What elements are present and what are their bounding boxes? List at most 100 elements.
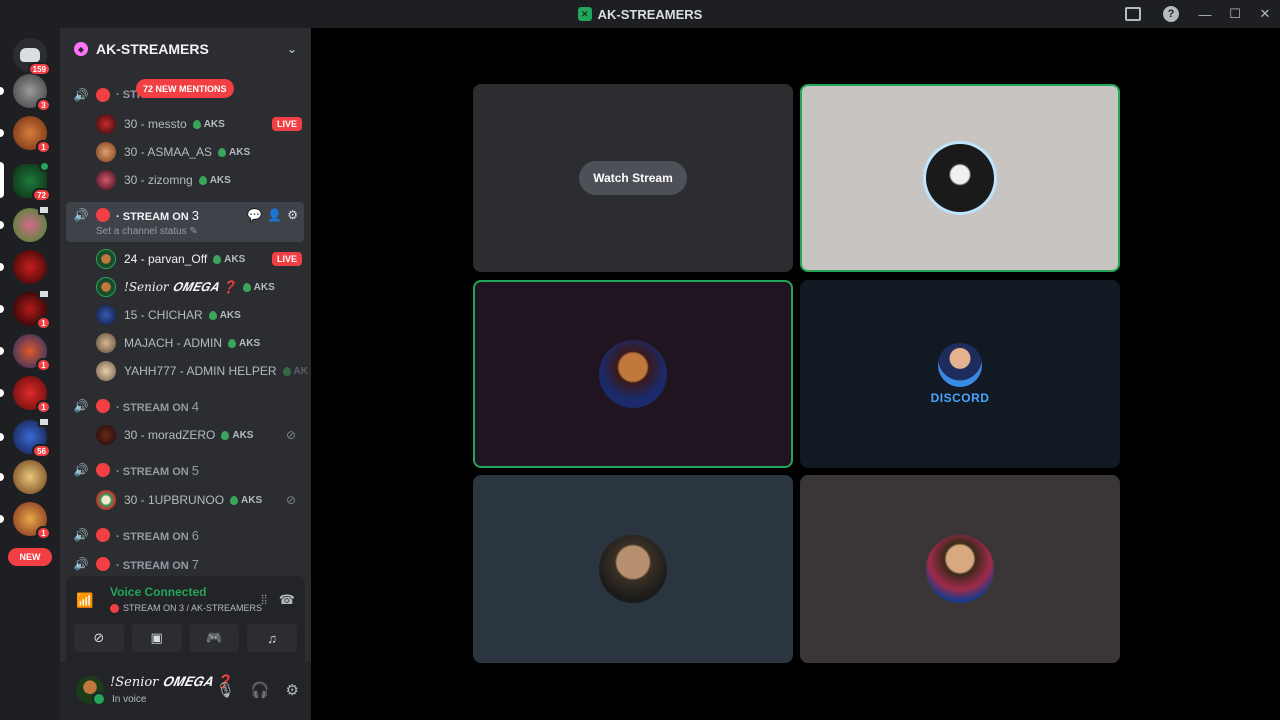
- server-icon-5[interactable]: 1: [0, 289, 51, 330]
- new-mentions-pill[interactable]: 72 NEW MENTIONS: [136, 79, 234, 98]
- gear-icon[interactable]: ⚙: [287, 208, 298, 222]
- voice-member[interactable]: !Senior 𝑶𝑴𝑬𝑮𝑨 ❓ AKS: [96, 274, 302, 300]
- voice-active-icon: [39, 161, 50, 172]
- chat-icon[interactable]: 💬: [247, 208, 262, 222]
- red-circle-icon: [96, 463, 110, 477]
- voice-status-title[interactable]: Voice Connected: [110, 585, 206, 599]
- avatar: [926, 535, 994, 603]
- screen-share-button[interactable]: ▣: [131, 624, 182, 652]
- participant-tile[interactable]: [800, 475, 1120, 663]
- guild-header[interactable]: ◆ AK-STREAMERS ⌄: [60, 28, 311, 70]
- voice-member[interactable]: MAJACH - ADMIN AKS: [96, 330, 302, 356]
- signal-icon[interactable]: 📶: [76, 592, 93, 609]
- inbox-icon[interactable]: [1122, 3, 1144, 25]
- voice-channel-link[interactable]: STREAM ON 3 / AK-STREAMERS: [110, 603, 262, 613]
- stream-tile[interactable]: Watch Stream: [473, 84, 793, 272]
- server-icon-8[interactable]: 56: [0, 417, 51, 458]
- speaker-icon: 🔊: [73, 399, 89, 413]
- headphones-icon[interactable]: 🎧: [251, 681, 270, 699]
- avatar: [96, 114, 116, 134]
- voice-member[interactable]: YAHH777 - ADMIN HELPER AK: [96, 358, 308, 384]
- home-button[interactable]: 159: [13, 38, 51, 76]
- voice-channel-stream-on-5[interactable]: 🔊 · STREAM ON 5: [66, 457, 304, 483]
- voice-channel-stream-on-4[interactable]: 🔊 · STREAM ON 4: [66, 393, 304, 419]
- gear-icon[interactable]: ⚙: [286, 681, 299, 699]
- avatar: [599, 340, 667, 408]
- window-title-wrap: ✕ AK-STREAMERS: [577, 7, 702, 22]
- channel-name: · STREAM ON 4: [116, 398, 200, 414]
- screen-share-icon: ▣: [150, 630, 163, 645]
- red-circle-icon: [96, 528, 110, 542]
- server-icon-ak-streamers[interactable]: 72: [0, 161, 51, 202]
- unread-pip: [0, 515, 4, 523]
- voice-channel-stream-on-7[interactable]: 🔊 · STREAM ON 7: [66, 551, 304, 577]
- soundboard-button[interactable]: ♫: [247, 624, 297, 652]
- noise-suppression-icon[interactable]: ⦙⦙: [261, 592, 267, 608]
- help-icon[interactable]: ?: [1160, 3, 1182, 25]
- maximize-button[interactable]: ☐: [1220, 0, 1250, 28]
- voice-member[interactable]: 15 - CHICHAR AKS: [96, 302, 302, 328]
- member-name: !Senior 𝑶𝑴𝑬𝑮𝑨 ❓: [124, 279, 237, 294]
- participant-tile[interactable]: [473, 475, 793, 663]
- member-tag: AKS: [230, 495, 262, 506]
- watch-stream-button[interactable]: Watch Stream: [579, 161, 687, 195]
- server-icon-9[interactable]: [0, 460, 47, 494]
- unread-badge: 1: [36, 526, 51, 540]
- avatar: [926, 144, 994, 212]
- avatar: [96, 490, 116, 510]
- voice-member[interactable]: 24 - parvan_Off AKS LIVE: [96, 246, 302, 272]
- screen-share-icon: [38, 289, 50, 299]
- participant-tile[interactable]: [800, 84, 1120, 272]
- voice-channel-stream-on-6[interactable]: 🔊 · STREAM ON 6: [66, 522, 304, 548]
- member-tag: AKS: [198, 175, 231, 186]
- avatar[interactable]: [76, 676, 106, 706]
- activities-button[interactable]: 🎮: [189, 624, 240, 652]
- participant-tile[interactable]: DISCORD: [800, 280, 1120, 468]
- voice-actions: ⊘ ▣ 🎮 ♫: [74, 624, 297, 652]
- avatar: [96, 333, 116, 353]
- server-icon-6[interactable]: 1: [0, 334, 51, 372]
- new-unreads-pill[interactable]: NEW: [8, 548, 52, 566]
- close-button[interactable]: ✕: [1250, 0, 1280, 28]
- red-circle-icon: [96, 208, 110, 222]
- server-icon-10[interactable]: 1: [0, 502, 51, 540]
- voice-connected-panel: 📶 Voice Connected STREAM ON 3 / AK-STREA…: [66, 576, 305, 662]
- voice-member[interactable]: 30 - zizomng AKS: [96, 167, 302, 193]
- disconnect-icon[interactable]: ☎: [279, 592, 295, 608]
- drop-icon: [218, 147, 227, 157]
- avatar: [96, 425, 116, 445]
- speaker-icon: 🔊: [73, 208, 89, 222]
- unread-badge: 3: [36, 98, 51, 112]
- minimize-button[interactable]: —: [1190, 0, 1220, 28]
- drop-icon: [230, 495, 239, 505]
- channel-status[interactable]: Set a channel status ✎: [96, 226, 198, 237]
- voice-member[interactable]: 30 - messto AKS LIVE: [96, 111, 302, 137]
- voice-member[interactable]: 30 - ASMAA_AS AKS: [96, 139, 302, 165]
- soundboard-icon: ♫: [267, 630, 277, 646]
- server-icon-7[interactable]: 1: [0, 376, 51, 414]
- add-member-icon[interactable]: 👤: [267, 208, 282, 222]
- voice-channel-stream-on-3[interactable]: 🔊 · STREAM ON 3 Set a channel status ✎ 💬…: [66, 202, 304, 242]
- user-name[interactable]: !Senior 𝑶𝑴𝑬𝑮𝑨 ❓: [110, 675, 232, 690]
- voice-member[interactable]: 30 - 1UPBRUNOO AKS ⊘: [96, 487, 302, 513]
- member-tag: AKS: [213, 254, 245, 265]
- unread-badge: 72: [32, 188, 51, 202]
- title-bar: ✕ AK-STREAMERS ? — ☐ ✕: [0, 0, 1280, 28]
- camera-off-button[interactable]: ⊘: [74, 624, 124, 652]
- microphone-icon[interactable]: 🎙: [216, 681, 235, 699]
- red-circle-icon: [96, 399, 110, 413]
- voice-member[interactable]: 30 - moradZERO AKS ⊘: [96, 422, 302, 448]
- server-icon: ✕: [577, 7, 592, 21]
- avatar: [96, 142, 116, 162]
- participant-tile[interactable]: [473, 280, 793, 468]
- voice-stage: Watch Stream DISCORD: [311, 28, 1280, 720]
- channel-name: · STREAM ON 3: [116, 208, 200, 223]
- server-icon-4[interactable]: [0, 250, 47, 284]
- deafened-icon: ⊘: [285, 493, 296, 507]
- server-icon-1[interactable]: 3: [0, 74, 51, 112]
- channel-name: · STREAM ON 7: [116, 556, 200, 572]
- boost-icon: ◆: [74, 42, 88, 56]
- server-icon-2[interactable]: 1: [0, 116, 51, 154]
- chevron-down-icon[interactable]: ⌄: [287, 42, 297, 56]
- server-icon-3[interactable]: [0, 205, 50, 242]
